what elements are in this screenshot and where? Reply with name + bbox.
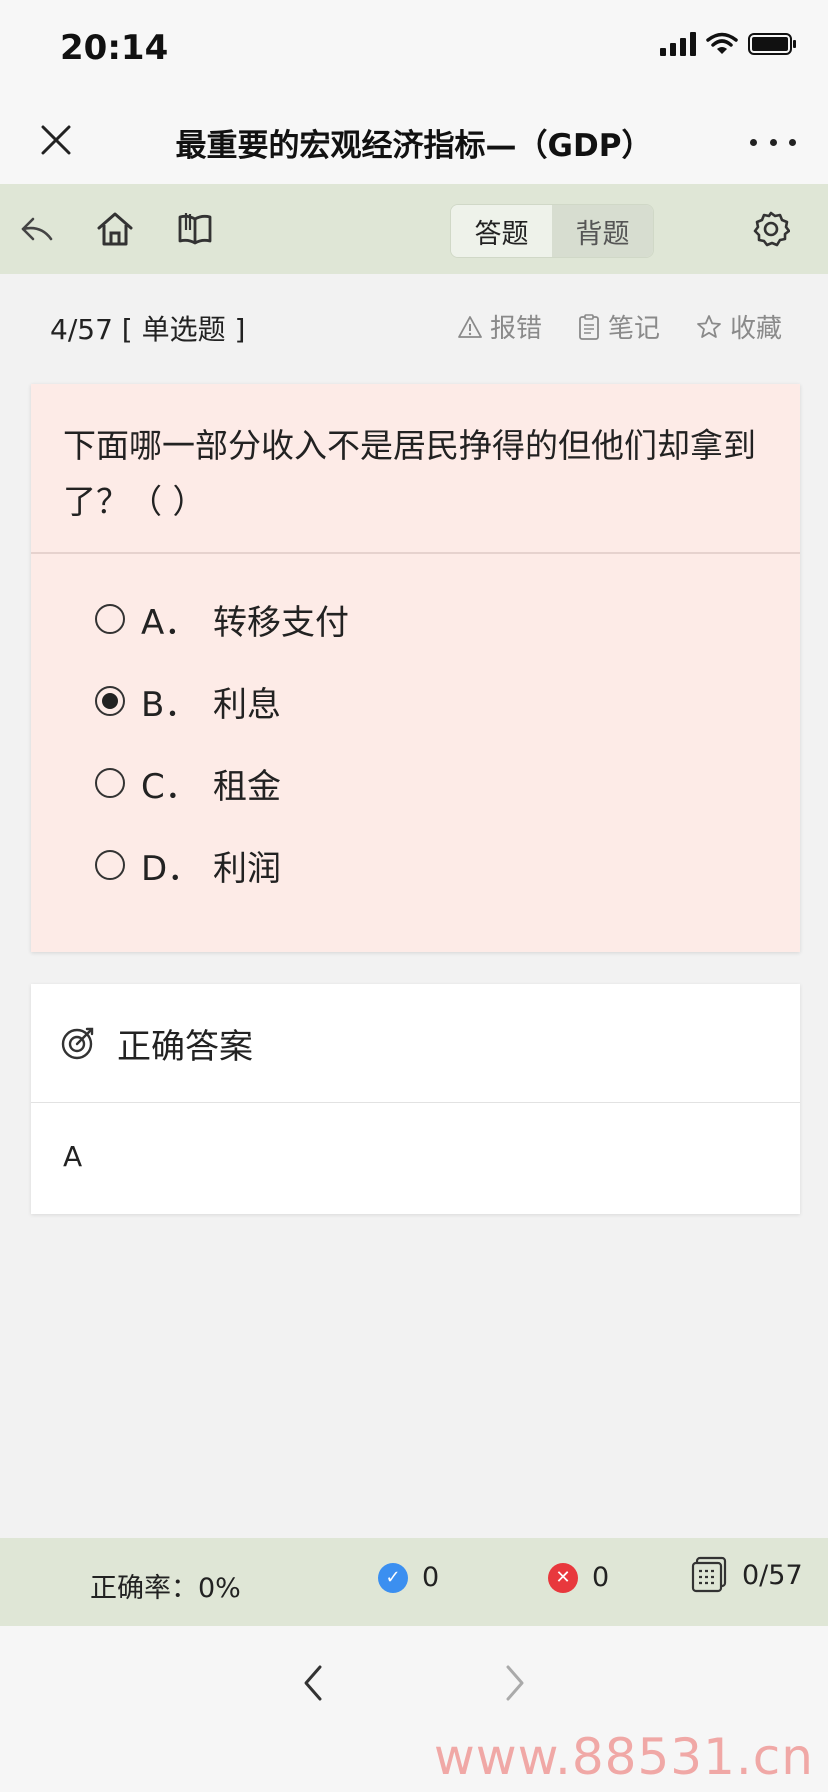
- study-book-button[interactable]: [170, 204, 220, 254]
- question-actions: 报错 笔记 收藏: [458, 308, 782, 345]
- question-meta-row: 4/57 [ 单选题 ] 报错 笔记 收藏: [0, 274, 828, 378]
- option-letter: C．: [141, 766, 199, 807]
- warning-icon: [458, 315, 482, 338]
- check-icon: ✓: [378, 1562, 408, 1593]
- more-dot-icon: [750, 138, 757, 146]
- notes-button[interactable]: 笔记: [578, 308, 660, 345]
- option-letter: D．: [141, 848, 202, 889]
- close-button[interactable]: [34, 118, 78, 162]
- correct-count-stat: ✓ 0: [378, 1562, 439, 1593]
- wrong-count-stat: ✕ 0: [548, 1562, 609, 1593]
- option-letter: A．: [141, 602, 199, 643]
- target-icon: [61, 1027, 94, 1060]
- more-dot-icon: [769, 138, 777, 146]
- option-text: 租金: [213, 766, 281, 807]
- quiz-page: 20:14 最重要的宏观经济指标—（GDP） 答题 背题 4/57 [单选题 …: [0, 0, 828, 1792]
- option-letter: B．: [141, 684, 199, 725]
- question-divider: [31, 552, 800, 554]
- correct-count: 0: [422, 1562, 440, 1593]
- close-icon: [41, 125, 71, 155]
- tab-memorize-mode[interactable]: 背题: [552, 205, 653, 257]
- favorite-label: 收藏: [729, 314, 782, 344]
- battery-icon: [748, 33, 796, 55]
- question-index: 4/57 [ 单选题 ]: [50, 308, 245, 348]
- star-icon: [697, 314, 721, 338]
- option-text: 利息: [213, 684, 281, 725]
- page-title: 最重要的宏观经济指标—（GDP）: [175, 128, 653, 164]
- option-list: A． 转移支付 B． 利息 C． 租金 D． 利润: [95, 578, 349, 906]
- radio-unselected-icon: [95, 604, 125, 634]
- answer-header: 正确答案: [31, 984, 800, 1102]
- option-b[interactable]: B． 利息: [95, 660, 349, 742]
- answer-sheet-button[interactable]: 0/57: [690, 1556, 803, 1594]
- back-arrow-icon: [21, 217, 53, 241]
- gear-icon: [753, 211, 790, 247]
- watermark: www.88531.cn: [433, 1728, 814, 1786]
- status-time: 20:14: [60, 28, 169, 68]
- radio-selected-icon: [95, 686, 125, 716]
- report-error-label: 报错: [489, 314, 542, 344]
- answer-title: 正确答案: [117, 1026, 253, 1067]
- next-question-button[interactable]: [490, 1658, 540, 1708]
- option-a[interactable]: A． 转移支付: [95, 578, 349, 660]
- progress-count: 0/57: [742, 1559, 803, 1591]
- answer-card: 正确答案 A: [31, 984, 800, 1214]
- title-bar: 最重要的宏观经济指标—（GDP）: [0, 100, 828, 184]
- answer-sheet-icon: [691, 1556, 727, 1593]
- accuracy-rate: 正确率：0%: [90, 1573, 241, 1604]
- more-button[interactable]: [746, 120, 800, 164]
- status-bar: 20:14: [0, 0, 828, 100]
- wrong-count: 0: [592, 1562, 610, 1593]
- stats-bar: 正确率：0% ✓ 0 ✕ 0 0/57: [0, 1538, 828, 1626]
- option-d[interactable]: D． 利润: [95, 824, 349, 906]
- question-text: 下面哪一部分收入不是居民挣得的但他们却拿到了？（ ）: [63, 426, 756, 521]
- answer-value: A: [63, 1140, 83, 1173]
- cellular-signal-icon: [660, 32, 696, 56]
- option-text: 转移支付: [213, 602, 349, 643]
- home-button[interactable]: [90, 204, 140, 254]
- wifi-icon: [706, 32, 738, 54]
- tab-answer-mode[interactable]: 答题: [451, 205, 552, 257]
- home-icon: [97, 212, 133, 246]
- question-number: 4/57: [50, 313, 113, 346]
- cross-icon: ✕: [548, 1562, 578, 1593]
- notes-label: 笔记: [607, 314, 660, 344]
- book-icon: [178, 213, 212, 245]
- mode-switch: 答题 背题: [450, 204, 654, 258]
- more-dot-icon: [789, 138, 796, 146]
- previous-question-button[interactable]: [288, 1658, 338, 1708]
- back-button[interactable]: [12, 204, 62, 254]
- status-icons: [660, 32, 798, 56]
- question-type: [ 单选题 ]: [121, 313, 246, 346]
- chevron-right-icon: [506, 1665, 524, 1701]
- answer-divider: [31, 1102, 800, 1103]
- radio-unselected-icon: [95, 768, 125, 798]
- chevron-left-icon: [304, 1665, 322, 1701]
- option-text: 利润: [213, 848, 281, 889]
- settings-button[interactable]: [746, 204, 796, 254]
- bottom-nav: www.88531.cn: [0, 1626, 828, 1792]
- notes-icon: [579, 313, 599, 340]
- favorite-button[interactable]: 收藏: [696, 308, 782, 345]
- tool-bar: 答题 背题: [0, 184, 828, 274]
- report-error-button[interactable]: 报错: [458, 308, 542, 345]
- radio-unselected-icon: [95, 850, 125, 880]
- question-card: 下面哪一部分收入不是居民挣得的但他们却拿到了？（ ） A． 转移支付 B． 利息…: [31, 384, 800, 952]
- option-c[interactable]: C． 租金: [95, 742, 349, 824]
